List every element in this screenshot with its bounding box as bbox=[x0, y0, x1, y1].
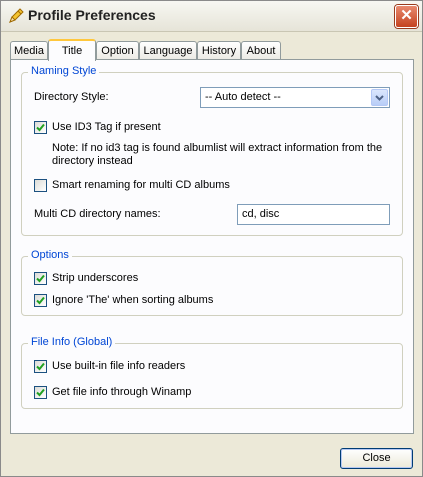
tab-option[interactable]: Option bbox=[96, 41, 139, 59]
winamp-label[interactable]: Get file info through Winamp bbox=[52, 386, 191, 398]
naming-style-group: Naming Style Directory Style: -- Auto de… bbox=[21, 65, 403, 236]
multi-cd-label: Multi CD directory names: bbox=[34, 208, 161, 220]
smart-renaming-label[interactable]: Smart renaming for multi CD albums bbox=[52, 179, 230, 191]
directory-style-label: Directory Style: bbox=[34, 91, 109, 103]
close-icon: ✕ bbox=[400, 7, 413, 24]
naming-style-title: Naming Style bbox=[28, 65, 100, 77]
tab-media[interactable]: Media bbox=[10, 41, 48, 59]
options-title: Options bbox=[28, 249, 72, 261]
multi-cd-value: cd, disc bbox=[242, 208, 280, 220]
window-close-button[interactable]: ✕ bbox=[395, 5, 418, 28]
builtin-readers-label[interactable]: Use built-in file info readers bbox=[52, 360, 185, 372]
strip-underscores-label[interactable]: Strip underscores bbox=[52, 272, 138, 284]
title-tab-panel: Naming Style Directory Style: -- Auto de… bbox=[10, 59, 414, 434]
options-group: Options Strip underscores Ignore 'The' w… bbox=[21, 249, 403, 316]
winamp-checkbox[interactable] bbox=[34, 386, 47, 399]
smart-renaming-checkbox[interactable] bbox=[34, 179, 47, 192]
profile-preferences-window: Profile Preferences ✕ Media Title Option… bbox=[0, 0, 423, 477]
use-id3-checkbox[interactable] bbox=[34, 121, 47, 134]
tab-about[interactable]: About bbox=[241, 41, 281, 59]
tab-title[interactable]: Title bbox=[48, 39, 96, 61]
directory-style-select[interactable]: -- Auto detect -- bbox=[200, 87, 390, 108]
ignore-the-label[interactable]: Ignore 'The' when sorting albums bbox=[52, 294, 213, 306]
ignore-the-checkbox[interactable] bbox=[34, 294, 47, 307]
directory-style-value: -- Auto detect -- bbox=[205, 91, 281, 103]
builtin-readers-checkbox[interactable] bbox=[34, 360, 47, 373]
id3-note-text: Note: If no id3 tag is found albumlist w… bbox=[52, 142, 383, 167]
tab-language[interactable]: Language bbox=[139, 41, 197, 59]
tab-history[interactable]: History bbox=[197, 41, 241, 59]
pencil-icon bbox=[7, 7, 25, 25]
file-info-group: File Info (Global) Use built-in file inf… bbox=[21, 336, 403, 409]
chevron-down-icon[interactable] bbox=[371, 89, 388, 106]
close-button[interactable]: Close bbox=[340, 448, 413, 469]
window-title: Profile Preferences bbox=[28, 7, 156, 23]
file-info-title: File Info (Global) bbox=[28, 336, 116, 348]
multi-cd-input[interactable]: cd, disc bbox=[237, 204, 390, 225]
title-bar[interactable]: Profile Preferences ✕ bbox=[1, 1, 422, 32]
strip-underscores-checkbox[interactable] bbox=[34, 272, 47, 285]
use-id3-label[interactable]: Use ID3 Tag if present bbox=[52, 121, 161, 133]
